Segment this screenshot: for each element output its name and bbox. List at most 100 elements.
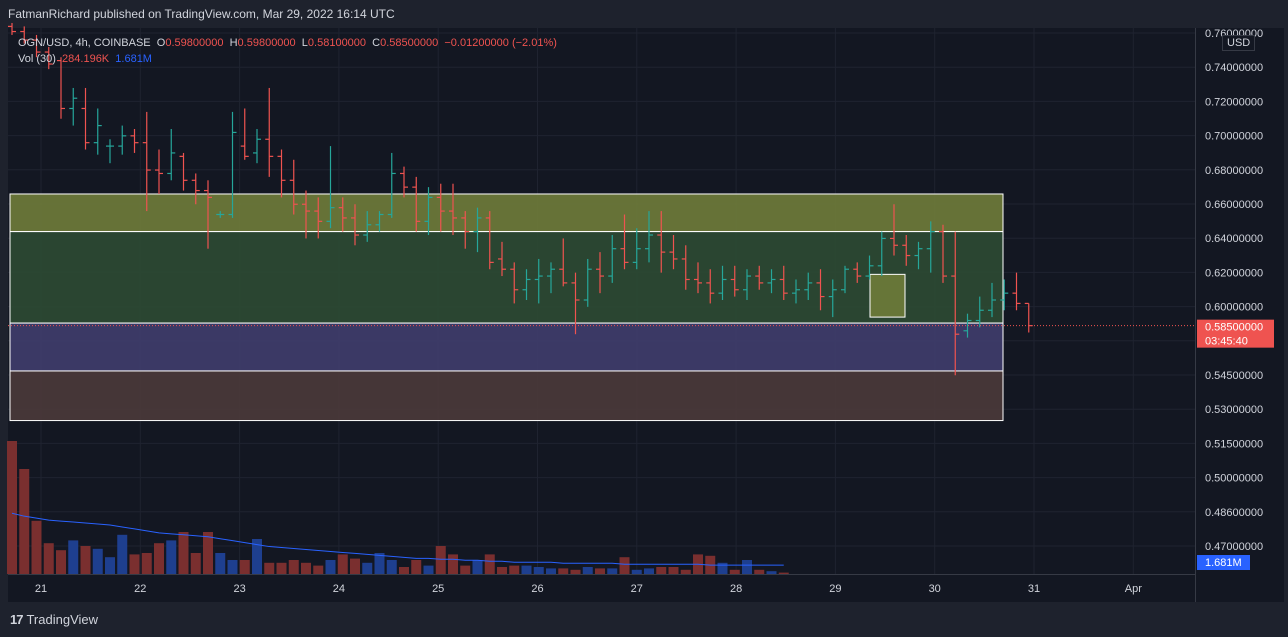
yellow-zone [9, 193, 1004, 233]
volume-bar [203, 532, 213, 574]
time-tick-label: 25 [432, 583, 444, 595]
volume-bar [582, 567, 593, 574]
volume-bar [509, 565, 520, 574]
volume-bar [215, 553, 226, 574]
volume-bar [595, 568, 605, 574]
volume-bar [742, 560, 752, 574]
time-tick-label: 27 [631, 583, 643, 595]
legend-change: −0.01200000 (−2.01%) [444, 37, 557, 49]
volume-bar [521, 565, 532, 574]
brand-name: TradingView [26, 612, 99, 627]
legend-high-label: H [229, 37, 238, 49]
volume-bar [668, 567, 679, 574]
volume-bar [313, 565, 324, 574]
price-tick-label: 0.68000000 [1205, 165, 1263, 177]
legend-symbol[interactable]: OGN/USD, 4h, COINBASE [18, 37, 151, 49]
brown-zone [9, 370, 1004, 422]
green-zone [9, 231, 1004, 324]
time-tick-label: 22 [134, 583, 146, 595]
legend-high-value: 0.59800000 [237, 37, 296, 49]
volume-bar [80, 546, 91, 574]
volume-bar [264, 562, 275, 574]
chart-area[interactable]: 0.760000000.740000000.720000000.70000000… [0, 0, 1288, 637]
volume-bar [497, 567, 507, 574]
last-price-label: 0.58500000 [1205, 322, 1263, 334]
price-tick-label: 0.51500000 [1205, 438, 1263, 450]
volume-bar [92, 548, 103, 574]
volume-bar [239, 560, 250, 574]
volume-bar [31, 520, 42, 574]
volume-bar [178, 532, 189, 574]
volume-bar [288, 560, 299, 574]
volume-bar [680, 569, 691, 574]
time-tick-label: 26 [531, 583, 543, 595]
volume-bar [766, 571, 777, 574]
price-tick-label: 0.53000000 [1205, 404, 1263, 416]
purple-zone [9, 322, 1004, 372]
volume-bar [105, 557, 115, 574]
price-tick-label: 0.47000000 [1205, 541, 1263, 553]
price-tick-label: 0.62000000 [1205, 267, 1263, 279]
volume-bar [533, 567, 544, 574]
volume-bar [362, 562, 373, 574]
zones-layer[interactable] [9, 193, 1004, 422]
volume-bar [717, 562, 728, 574]
volume-bar [411, 560, 422, 574]
legend-volume-value: 284.196K [62, 53, 110, 65]
currency-label[interactable]: USD [1222, 35, 1256, 51]
volume-bar [644, 568, 654, 574]
volume-bar [337, 554, 348, 574]
volume-bar [558, 568, 569, 574]
countdown-label: 03:45:40 [1205, 336, 1248, 348]
price-tick-label: 0.60000000 [1205, 302, 1263, 314]
price-tick-label: 0.66000000 [1205, 199, 1263, 211]
brand[interactable]: 17 TradingView [10, 612, 98, 627]
legend-close-label: C [372, 37, 381, 49]
price-tick-label: 0.54500000 [1205, 370, 1263, 382]
volume-bar [472, 560, 483, 574]
time-tick-label: Apr [1125, 583, 1142, 595]
legend: OGN/USD, 4h, COINBASE O0.59800000 H0.598… [18, 35, 557, 67]
volume-bar [154, 543, 164, 574]
price-tick-label: 0.74000000 [1205, 62, 1263, 74]
volume-bar [754, 569, 765, 574]
volume-bar [68, 540, 79, 574]
volume-bar [607, 568, 618, 574]
volume-bar [166, 540, 177, 574]
volume-bar [399, 567, 409, 574]
time-tick-label: 30 [929, 583, 941, 595]
volume-bar [117, 534, 128, 574]
volume-bar [656, 567, 667, 574]
volume-bar [435, 546, 446, 574]
legend-open-value: 0.59800000 [165, 37, 224, 49]
price-tick-label: 0.70000000 [1205, 131, 1263, 143]
price-tick-label: 0.64000000 [1205, 233, 1263, 245]
volume-bar [19, 469, 30, 574]
volume-bar [778, 572, 789, 574]
volume-bar [301, 562, 311, 574]
volume-bar [190, 553, 201, 574]
time-tick-label: 23 [233, 583, 245, 595]
volume-bar [276, 562, 287, 574]
last-price-tag: 0.58500000 03:45:40 [1197, 319, 1274, 348]
time-tick-label: 21 [35, 583, 47, 595]
volume-bar [423, 565, 434, 574]
price-tick-label: 0.50000000 [1205, 473, 1263, 485]
volume-bar [227, 560, 238, 574]
volume-bar [43, 543, 54, 574]
volume-bar [484, 554, 495, 574]
highlight-box [869, 273, 906, 318]
volume-bar [570, 569, 581, 574]
volume-bar [729, 569, 740, 574]
time-tick-label: 28 [730, 583, 742, 595]
price-tick-label: 0.72000000 [1205, 96, 1263, 108]
volume-ma-axis-label: 1.681M [1205, 557, 1242, 569]
time-tick-label: 24 [333, 583, 345, 595]
legend-low-value: 0.58100000 [307, 37, 367, 49]
volume-bar [129, 554, 140, 574]
volume-ma-tag: 1.681M [1197, 555, 1250, 570]
legend-volume-ma: 1.681M [115, 53, 152, 65]
legend-volume-label[interactable]: Vol (30) [18, 53, 56, 65]
volume-bar [386, 560, 397, 574]
volume-bar [7, 441, 17, 574]
